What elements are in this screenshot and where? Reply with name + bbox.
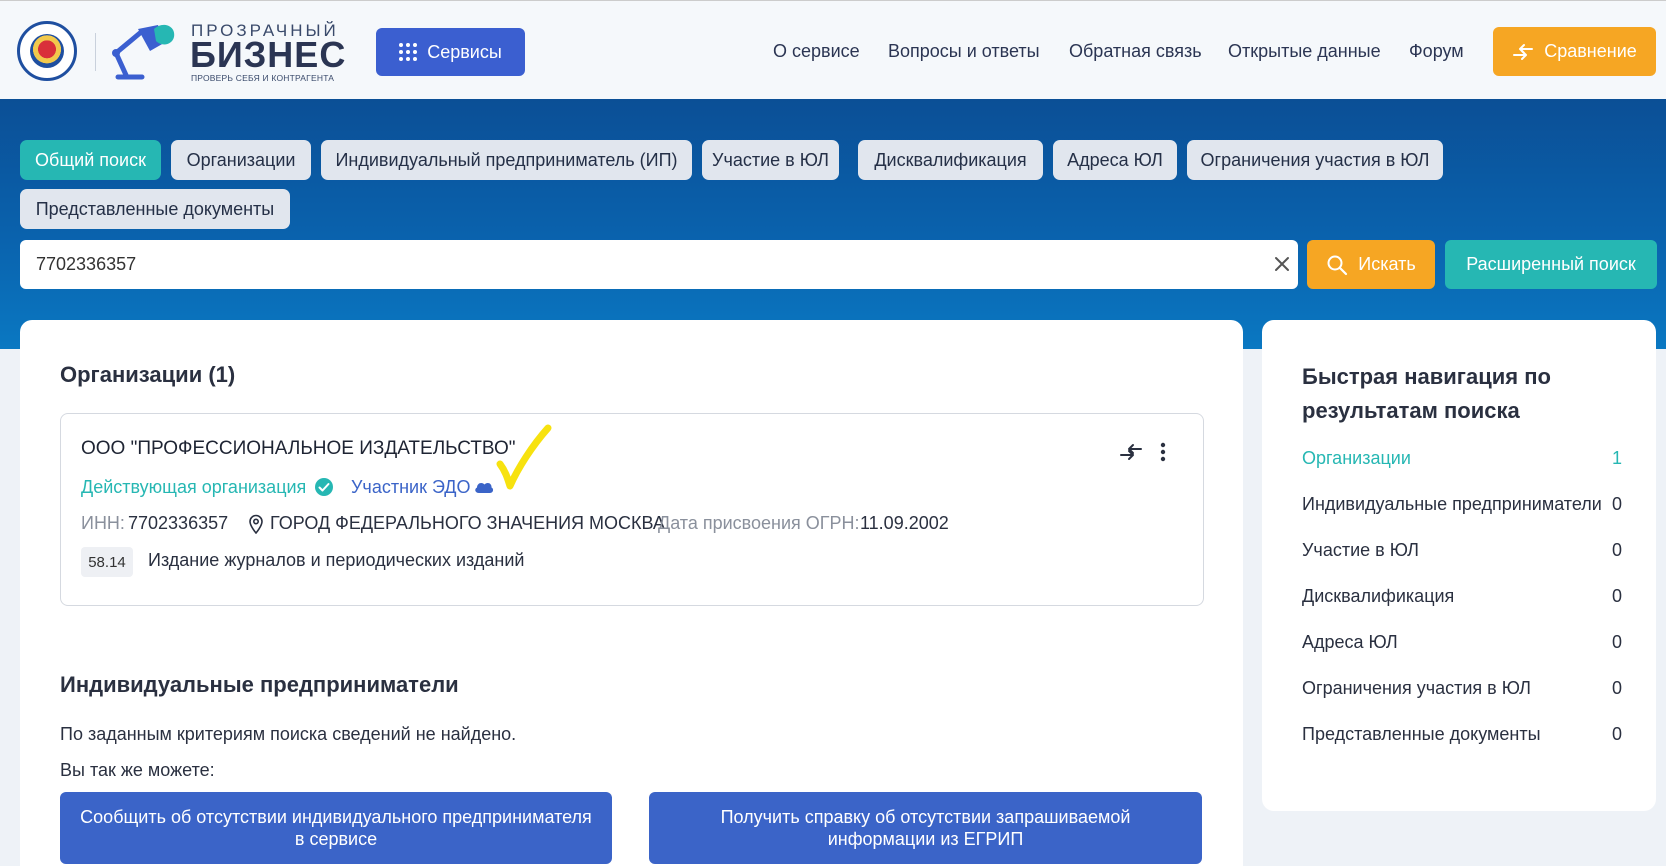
site-header: ПРОЗРАЧНЫЙ БИЗНЕС ПРОВЕРЬ СЕБЯ И КОНТРАГ… <box>0 0 1666 99</box>
organizations-heading: Организации (1) <box>60 362 236 387</box>
inn-value: 7702336357 <box>128 513 229 533</box>
fns-emblem-logo[interactable] <box>17 21 77 81</box>
quick-nav-label: Представленные документы <box>1302 724 1541 744</box>
nav-faq[interactable]: Вопросы и ответы <box>888 41 1040 62</box>
header-divider <box>95 33 96 71</box>
clear-icon[interactable] <box>1272 254 1292 274</box>
nav-forum[interactable]: Форум <box>1409 41 1464 62</box>
location-pin-icon <box>249 514 263 534</box>
quick-nav-label: Ограничения участия в ЮЛ <box>1302 678 1531 698</box>
ogrn-date-value: 11.09.2002 <box>860 513 949 533</box>
nav-about[interactable]: О сервисе <box>773 41 860 62</box>
ogrn-date-label: Дата присвоения ОГРН: <box>658 513 860 533</box>
quick-nav-restrictions[interactable]: Ограничения участия в ЮЛ 0 <box>1302 678 1622 704</box>
quick-nav-label: Индивидуальные предприниматели <box>1302 494 1602 514</box>
more-options-icon[interactable] <box>1159 442 1167 462</box>
quick-nav-label: Организации <box>1302 448 1411 468</box>
okved-description: Издание журналов и периодических изданий <box>148 550 525 570</box>
report-absence-button[interactable]: Сообщить об отсутствии индивидуального п… <box>60 792 612 864</box>
status-active-label: Действующая организация <box>81 477 307 497</box>
tab-organizations[interactable]: Организации <box>171 140 311 180</box>
quick-nav-count: 0 <box>1611 632 1622 652</box>
nav-feedback[interactable]: Обратная связь <box>1069 41 1202 62</box>
quick-nav-count: 0 <box>1611 540 1622 560</box>
compare-arrows-icon <box>1513 43 1534 60</box>
compare-label: Сравнение <box>1544 41 1637 61</box>
ip-heading: Индивидуальные предприниматели <box>60 672 459 697</box>
compare-button[interactable]: Сравнение <box>1493 27 1656 76</box>
tab-individual-entrepreneur[interactable]: Индивидуальный предприниматель (ИП) <box>321 140 692 180</box>
ip-you-can-text: Вы так же можете: <box>60 760 215 780</box>
tab-restrictions[interactable]: Ограничения участия в ЮЛ <box>1187 140 1443 180</box>
compare-arrows-icon[interactable] <box>1119 442 1143 462</box>
quick-nav-count: 0 <box>1611 678 1622 698</box>
quick-navigation-title: Быстрая навигация по результатам поиска <box>1302 364 1551 423</box>
ip-not-found-text: По заданным критериям поиска сведений не… <box>60 724 517 744</box>
quick-nav-count: 0 <box>1611 724 1622 744</box>
nav-open-data[interactable]: Открытые данные <box>1228 41 1381 62</box>
report-absence-line2: в сервисе <box>294 829 378 849</box>
quick-nav-label: Адреса ЮЛ <box>1302 632 1398 652</box>
inn-label: ИНН: <box>81 513 125 533</box>
organization-result-card[interactable]: ООО "ПРОФЕССИОНАЛЬНОЕ ИЗДАТЕЛЬСТВО" Дейс… <box>60 413 1204 606</box>
quick-nav-count: 1 <box>1611 448 1622 468</box>
quick-nav-organizations[interactable]: Организации 1 <box>1302 448 1622 474</box>
get-certificate-button[interactable]: Получить справку об отсутствии запрашива… <box>649 792 1202 864</box>
quick-nav-participation[interactable]: Участие в ЮЛ 0 <box>1302 540 1622 566</box>
search-button[interactable]: Искать <box>1307 240 1435 289</box>
services-label: Сервисы <box>427 41 502 62</box>
okved-code-badge: 58.14 <box>81 547 133 577</box>
quick-navigation-card: Быстрая навигация по результатам поиска … <box>1262 320 1656 811</box>
search-field[interactable] <box>20 240 1298 289</box>
quick-nav-count: 0 <box>1611 494 1622 514</box>
yellow-checkmark-annotation <box>496 424 552 490</box>
quick-nav-count: 0 <box>1611 586 1622 606</box>
tab-submitted-documents[interactable]: Представленные документы <box>20 189 290 229</box>
advanced-search-button[interactable]: Расширенный поиск <box>1445 240 1657 289</box>
tab-participation[interactable]: Участие в ЮЛ <box>702 140 839 180</box>
quick-nav-disqualification[interactable]: Дисквалификация 0 <box>1302 586 1622 612</box>
quick-nav-submitted-documents[interactable]: Представленные документы 0 <box>1302 724 1622 750</box>
logo-main-text: БИЗНЕС <box>190 34 347 75</box>
quick-nav-label: Участие в ЮЛ <box>1302 540 1419 560</box>
search-icon <box>1327 255 1348 275</box>
tab-disqualification[interactable]: Дисквалификация <box>858 140 1043 180</box>
tab-general-search[interactable]: Общий поиск <box>20 140 161 180</box>
organization-name[interactable]: ООО "ПРОФЕССИОНАЛЬНОЕ ИЗДАТЕЛЬСТВО" <box>81 438 516 460</box>
get-certificate-line2: информации из ЕГРИП <box>827 829 1024 849</box>
quick-nav-individual-entrepreneurs[interactable]: Индивидуальные предприниматели 0 <box>1302 494 1622 520</box>
report-absence-line1: Сообщить об отсутствии индивидуального п… <box>80 807 592 827</box>
grid-dots-icon <box>399 43 418 61</box>
search-button-label: Искать <box>1358 254 1416 274</box>
logo-sub-text: ПРОВЕРЬ СЕБЯ И КОНТРАГЕНТА <box>191 73 335 83</box>
edo-participant-label: Участник ЭДО <box>351 477 471 497</box>
cloud-icon <box>475 482 494 493</box>
lamp-logo-icon[interactable] <box>112 23 180 81</box>
verified-check-icon <box>315 478 333 496</box>
get-certificate-line1: Получить справку об отсутствии запрашива… <box>720 807 1131 827</box>
services-button[interactable]: Сервисы <box>376 28 525 76</box>
quick-nav-label: Дисквалификация <box>1302 586 1455 606</box>
tab-addresses[interactable]: Адреса ЮЛ <box>1053 140 1177 180</box>
search-input[interactable] <box>36 240 1236 289</box>
quick-nav-addresses[interactable]: Адреса ЮЛ 0 <box>1302 632 1622 658</box>
address-value: ГОРОД ФЕДЕРАЛЬНОГО ЗНАЧЕНИЯ МОСКВА <box>270 513 665 533</box>
